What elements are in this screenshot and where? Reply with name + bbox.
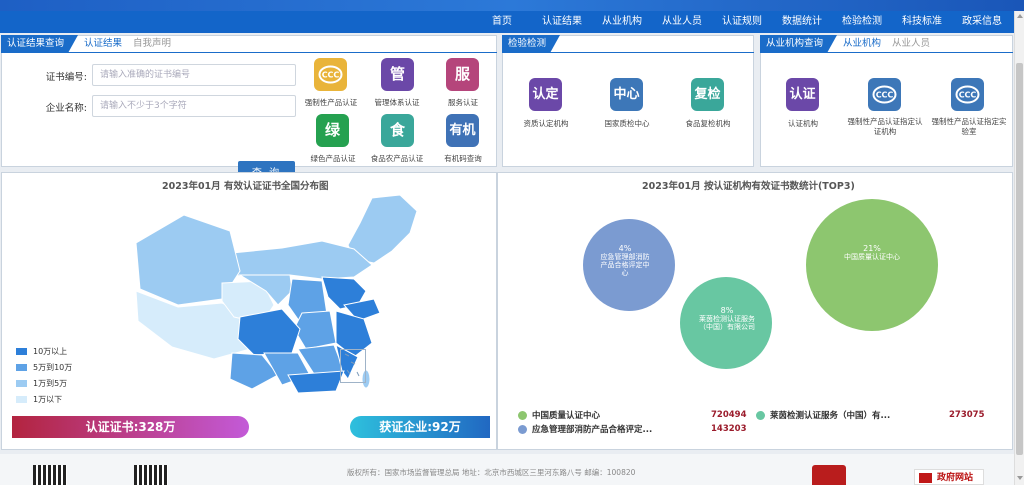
- gov-site-icon: [919, 473, 932, 483]
- green-product-icon[interactable]: 绿: [316, 114, 349, 147]
- tab-divider: [2, 52, 497, 53]
- tile-label: 管理体系认证: [374, 98, 420, 107]
- bubble-label-1: 21% 中国质量认证中心: [844, 244, 900, 262]
- nav-personnel[interactable]: 从业人员: [662, 11, 702, 33]
- tile-label: 资质认定机构: [523, 119, 569, 128]
- map-title: 2023年01月 有效认证证书全国分布图: [162, 181, 329, 192]
- cert-query-panel: 认证结果查询 认证结果 自我声明 证书编号: 企业名称: 查 询 CCC 强制性…: [1, 35, 497, 182]
- legend-dot: [518, 411, 527, 420]
- tile-label: 绿色产品认证: [310, 154, 356, 163]
- organic-code-icon[interactable]: 有机: [446, 114, 479, 147]
- tile-label: 强制性产品认证: [304, 98, 358, 107]
- tab-divider: [761, 52, 1013, 53]
- tile-label: 食品农产品认证: [370, 154, 424, 163]
- cert-no-label: 证书编号:: [45, 72, 87, 83]
- legend-value-1: 720494: [711, 410, 747, 420]
- main-nav: 首页 认证结果 从业机构 从业人员 认证规则 数据统计 检验检测 科技标准 政采…: [0, 11, 1014, 33]
- gov-site-badge[interactable]: 政府网站: [914, 469, 984, 485]
- ccc-agency-icon[interactable]: CCC: [868, 78, 901, 111]
- nav-inspection[interactable]: 检验检测: [842, 11, 882, 33]
- legend-swatch: [16, 364, 27, 371]
- legend-swatch: [16, 348, 27, 355]
- svg-text:CCC: CCC: [959, 91, 977, 100]
- map-panel: 2023年01月 有效认证证书全国分布图 10万以上 5万到10万 1万到5万 …: [1, 172, 497, 450]
- legend-swatch: [16, 380, 27, 387]
- legend-value-2: 273075: [949, 410, 985, 420]
- tile-label: 食品复检机构: [685, 119, 731, 128]
- tab-personnel[interactable]: 从业人员: [892, 36, 930, 52]
- top-banner: [0, 0, 1024, 11]
- legend-item: 1万以下: [16, 394, 62, 405]
- food-product-icon[interactable]: 食: [381, 114, 414, 147]
- footer-copyright: 版权所有：国家市场监督管理总局 地址：北京市西城区三里河东路八号 邮编：1008…: [347, 468, 636, 477]
- qr-code-icon: [134, 465, 168, 485]
- tile-label: 有机码查询: [444, 154, 482, 163]
- nav-procurement[interactable]: 政采信息: [962, 11, 1002, 33]
- nav-cert-results[interactable]: 认证结果: [542, 11, 582, 33]
- ccc-lab-icon[interactable]: CCC: [951, 78, 984, 111]
- tile-label: 认证机构: [788, 119, 818, 128]
- scroll-down-arrow-icon[interactable]: [1017, 476, 1023, 480]
- scroll-up-arrow-icon[interactable]: [1017, 14, 1023, 18]
- bubble-chart-panel: 2023年01月 按认证机构有效证书数统计(TOP3) 21% 中国质量认证中心…: [497, 172, 1013, 450]
- svg-text:CCC: CCC: [876, 91, 894, 100]
- police-badge-icon[interactable]: [812, 465, 846, 485]
- legend-value-3: 143203: [711, 424, 747, 434]
- food-recheck-icon[interactable]: 复检: [691, 78, 724, 111]
- footer: 版权所有：国家市场监督管理总局 地址：北京市西城区三里河东路八号 邮编：1008…: [0, 454, 1014, 485]
- tab-self-declaration[interactable]: 自我声明: [133, 36, 171, 52]
- legend-dot: [756, 411, 765, 420]
- qualification-icon[interactable]: 认定: [529, 78, 562, 111]
- legend-item-1: 中国质量认证中心: [518, 409, 600, 421]
- nav-standards[interactable]: 科技标准: [902, 11, 942, 33]
- page-scrollbar[interactable]: [1014, 11, 1024, 485]
- national-center-icon[interactable]: 中心: [610, 78, 643, 111]
- scroll-thumb[interactable]: [1016, 63, 1023, 455]
- company-label: 企业名称:: [45, 103, 87, 114]
- qr-code-icon: [33, 465, 67, 485]
- legend-item: 1万到5万: [16, 378, 67, 389]
- ccc-icon[interactable]: CCC: [314, 58, 347, 91]
- agency-query-panel: 从业机构查询 从业机构 从业人员 认证 认证机构 CCC 强制性产品认证指定认证…: [760, 35, 1013, 167]
- svg-text:CCC: CCC: [322, 71, 340, 80]
- south-sea-inset: [340, 349, 366, 383]
- cert-total-banner: 认证证书:328万: [12, 416, 249, 438]
- legend-item: 5万到10万: [16, 362, 72, 373]
- bubble-label-3: 4% 应急管理部消防产品合格评定中心: [600, 244, 650, 278]
- tile-label: 服务认证: [448, 98, 478, 107]
- inspection-panel: 检验检测 认定 资质认定机构 中心 国家质检中心 复检 食品复检机构: [502, 35, 754, 167]
- legend-item: 10万以上: [16, 346, 67, 357]
- nav-home[interactable]: 首页: [492, 11, 512, 33]
- nav-agencies[interactable]: 从业机构: [602, 11, 642, 33]
- tab-agencies[interactable]: 从业机构: [843, 36, 881, 52]
- cert-no-input[interactable]: [92, 64, 296, 86]
- company-total-banner: 获证企业:92万: [350, 416, 490, 438]
- legend-swatch: [16, 396, 27, 403]
- bubble-label-2: 8% 莱茵检测认证服务（中国）有限公司: [699, 306, 755, 332]
- tile-label: 国家质检中心: [604, 119, 650, 128]
- management-system-icon[interactable]: 管: [381, 58, 414, 91]
- tab-cert-query[interactable]: 认证结果查询: [1, 35, 78, 53]
- legend-dot: [518, 425, 527, 434]
- bubble-1[interactable]: [806, 199, 938, 331]
- company-input[interactable]: [92, 95, 296, 117]
- nav-statistics[interactable]: 数据统计: [782, 11, 822, 33]
- legend-item-2: 莱茵检测认证服务（中国）有...: [756, 409, 890, 421]
- tab-agency-query[interactable]: 从业机构查询: [760, 35, 837, 53]
- nav-rules[interactable]: 认证规则: [722, 11, 762, 33]
- tile-label: 强制性产品认证指定实验室: [931, 117, 1007, 136]
- tile-label: 强制性产品认证指定认证机构: [847, 117, 923, 136]
- tab-inspection[interactable]: 检验检测: [502, 35, 560, 53]
- bubble-chart: [583, 199, 938, 369]
- service-cert-icon[interactable]: 服: [446, 58, 479, 91]
- tab-divider: [503, 52, 754, 53]
- china-map[interactable]: [122, 193, 462, 393]
- legend-item-3: 应急管理部消防产品合格评定...: [518, 423, 652, 435]
- cert-agency-icon[interactable]: 认证: [786, 78, 819, 111]
- tab-cert-results[interactable]: 认证结果: [84, 36, 122, 52]
